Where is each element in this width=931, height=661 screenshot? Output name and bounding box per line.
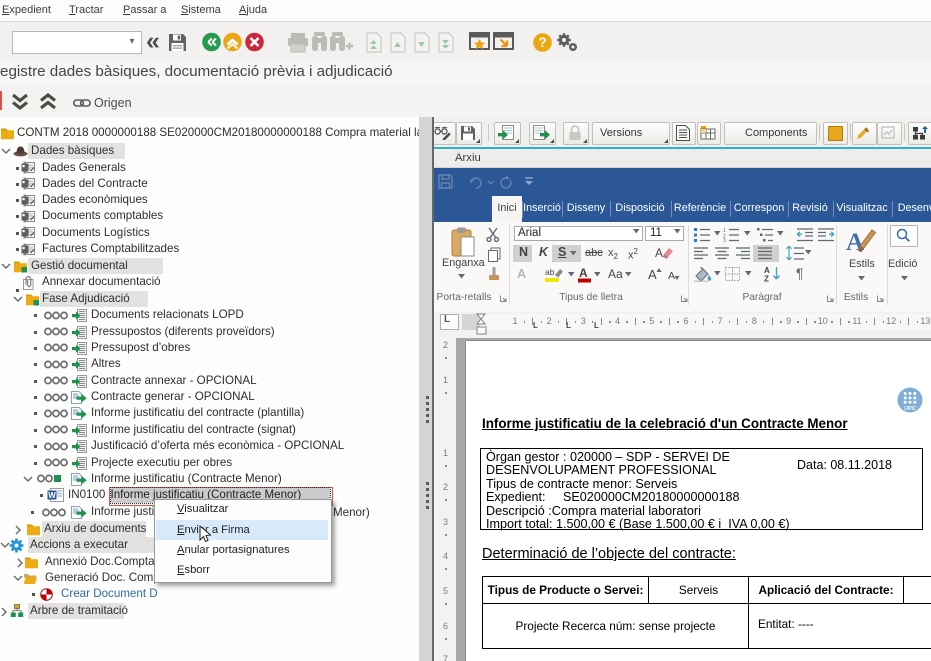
svg-text:A: A bbox=[648, 267, 657, 282]
svg-text:ab: ab bbox=[545, 267, 555, 277]
svg-text:A: A bbox=[579, 266, 588, 280]
svg-text:W: W bbox=[48, 491, 56, 500]
svg-text:UPC: UPC bbox=[904, 406, 916, 412]
svg-text:A: A bbox=[655, 246, 663, 260]
svg-text:A: A bbox=[668, 270, 675, 282]
svg-text:Z: Z bbox=[764, 275, 769, 283]
svg-text:3: 3 bbox=[723, 238, 726, 242]
svg-text:?: ? bbox=[538, 35, 546, 50]
